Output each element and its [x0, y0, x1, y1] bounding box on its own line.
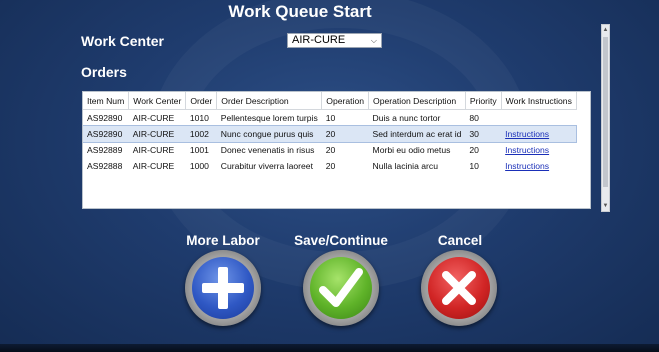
save-continue-label: Save/Continue [294, 233, 388, 248]
column-header[interactable]: Operation Description [368, 92, 466, 110]
cell-work-center: AIR-CURE [132, 113, 175, 123]
column-header[interactable]: Order Description [216, 92, 323, 110]
work-center-selected-value: AIR-CURE [292, 34, 346, 46]
table-row[interactable]: AS92888 AIR-CURE 1000 Curabitur viverra … [83, 158, 576, 174]
table-row[interactable]: AS92890 AIR-CURE 1002 Nunc congue purus … [83, 125, 578, 143]
work-center-select[interactable]: AIR-CURE ⌵ [287, 33, 382, 48]
cell-work-instructions [501, 110, 576, 127]
table-row[interactable]: AS92889 AIR-CURE 1001 Donec venenatis in… [83, 142, 576, 158]
cell-operation-description: Nulla lacinia arcu [372, 161, 438, 171]
column-header[interactable]: Item Num [83, 92, 130, 110]
cell-order: 1010 [189, 113, 209, 123]
cell-priority: 30 [465, 126, 502, 142]
table-row[interactable]: AS92890 AIR-CURE 1010 Pellentesque lorem… [83, 110, 576, 127]
column-header[interactable]: Priority [465, 92, 502, 110]
cell-operation: 10 [325, 113, 336, 123]
cell-work-center: AIR-CURE [132, 145, 175, 155]
cell-operation: 20 [325, 145, 336, 155]
x-icon [442, 271, 476, 305]
cell-priority: 10 [469, 161, 479, 171]
cell-work-center: AIR-CURE [128, 126, 186, 142]
scroll-up-arrow-icon[interactable]: ▲ [602, 26, 609, 34]
cell-operation-description: Sed interdum ac erat id [368, 126, 466, 142]
column-header[interactable]: Work Instructions [501, 92, 577, 110]
column-header[interactable]: Work Center [128, 92, 187, 110]
page-title: Work Queue Start [228, 2, 372, 21]
cell-order: 1001 [189, 145, 209, 155]
cell-order-description: Pellentesque lorem turpis [220, 113, 318, 123]
more-labor-button[interactable] [185, 250, 261, 326]
cell-order-description: Curabitur viverra laoreet [220, 161, 313, 171]
cell-operation-description: Duis a nunc tortor [372, 113, 441, 123]
cell-priority: 80 [469, 113, 479, 123]
cell-item-num: AS92888 [87, 161, 123, 171]
instructions-link[interactable]: Instructions [505, 145, 549, 155]
cell-item-num: AS92889 [87, 145, 123, 155]
cell-operation-description: Morbi eu odio metus [372, 145, 451, 155]
save-continue-button[interactable] [303, 250, 379, 326]
cell-order-description: Nunc congue purus quis [216, 126, 322, 142]
cell-order: 1000 [189, 161, 209, 171]
work-center-label: Work Center [81, 33, 164, 49]
chevron-down-icon: ⌵ [370, 36, 377, 45]
cell-work-instructions: Instructions [501, 142, 576, 158]
cell-order-description: Donec venenatis in risus [220, 145, 315, 155]
orders-table-container: Item Num Work Center Order Order Descrip… [82, 91, 591, 209]
table-header-row: Item Num Work Center Order Order Descrip… [83, 92, 577, 110]
instructions-link[interactable]: Instructions [505, 161, 549, 171]
checkmark-icon [319, 268, 363, 307]
cell-work-center: AIR-CURE [132, 161, 175, 171]
column-header[interactable]: Order [185, 92, 218, 110]
cell-priority: 20 [469, 145, 479, 155]
cell-operation: 20 [325, 161, 336, 171]
vertical-scrollbar[interactable]: ▲ ▼ [601, 24, 610, 212]
cancel-label: Cancel [437, 233, 483, 248]
cell-order: 1002 [185, 126, 217, 142]
cell-operation: 20 [321, 126, 369, 142]
instructions-link[interactable]: Instructions [505, 129, 549, 139]
orders-table: Item Num Work Center Order Order Descrip… [83, 92, 578, 174]
more-labor-label: More Labor [186, 233, 260, 248]
scroll-down-arrow-icon[interactable]: ▼ [602, 202, 609, 210]
cell-work-instructions: Instructions [501, 126, 577, 142]
cell-item-num: AS92890 [83, 126, 129, 142]
cell-item-num: AS92890 [87, 113, 123, 123]
orders-label: Orders [81, 64, 127, 80]
scrollbar-thumb[interactable] [603, 37, 608, 187]
column-header[interactable]: Operation [321, 92, 370, 110]
cancel-button[interactable] [421, 250, 497, 326]
bottom-bar [0, 344, 659, 352]
cell-work-instructions: Instructions [501, 158, 576, 174]
plus-icon [202, 267, 244, 309]
